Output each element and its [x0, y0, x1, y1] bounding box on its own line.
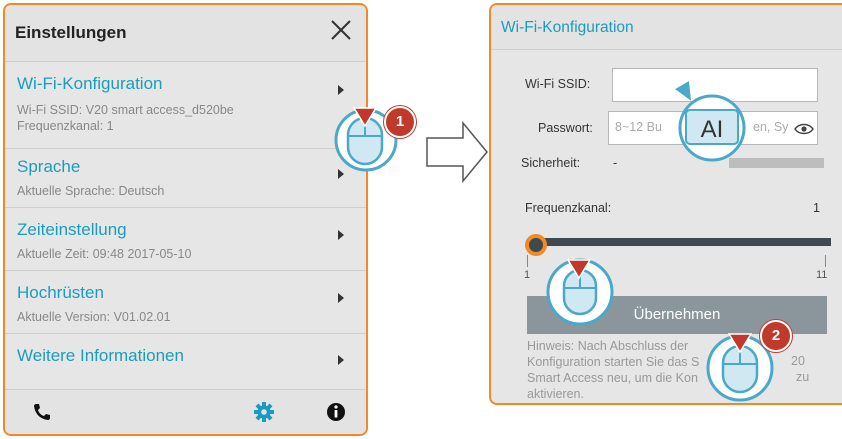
- menu-item-subtitle: Aktuelle Sprache: Deutsch: [17, 184, 165, 198]
- menu-item-title: Hochrüsten: [17, 283, 104, 302]
- chevron-right-icon: [338, 230, 344, 240]
- slider-tick: [825, 255, 826, 267]
- channel-slider-track[interactable]: [531, 238, 831, 246]
- arrow-right-icon: [426, 120, 488, 184]
- text-cursor-icon: AI: [675, 81, 746, 162]
- hint-fragment: zu: [796, 370, 810, 384]
- close-icon[interactable]: [328, 17, 354, 43]
- channel-value: 1: [813, 201, 820, 215]
- menu-item-subtitle: Frequenzkanal: 1: [17, 119, 114, 133]
- menu-item-wifi[interactable]: Wi-Fi-Konfiguration Wi-Fi SSID: V20 smar…: [5, 62, 366, 149]
- security-value: -: [613, 156, 618, 170]
- settings-header: Einstellungen: [5, 5, 366, 62]
- step-badge: 2: [760, 320, 792, 352]
- menu-item-subtitle: Aktuelle Version: V01.02.01: [17, 310, 171, 324]
- menu-item-title: Sprache: [17, 157, 81, 176]
- text-cursor-label: AI: [701, 116, 724, 143]
- settings-title: Einstellungen: [15, 23, 127, 42]
- menu-item-subtitle: Wi-Fi SSID: V20 smart access_d520be: [17, 103, 234, 117]
- slider-max-label: 11: [816, 269, 828, 281]
- mouse-drag-icon: [546, 258, 614, 326]
- menu-item-language[interactable]: Sprache Aktuelle Sprache: Deutsch: [5, 149, 366, 208]
- chevron-right-icon: [338, 85, 344, 95]
- password-placeholder: en, Sy: [753, 120, 789, 134]
- password-label: Passwort:: [538, 121, 593, 135]
- menu-item-more-info[interactable]: Weitere Informationen: [5, 334, 366, 388]
- step-badge: 1: [384, 106, 416, 138]
- wifi-config-title: Wi-Fi-Konfiguration: [501, 19, 634, 36]
- security-label: Sicherheit:: [521, 156, 581, 170]
- password-placeholder: 8~12 Bu: [615, 120, 662, 134]
- gear-icon[interactable]: [253, 401, 275, 423]
- chevron-right-icon: [338, 293, 344, 303]
- hint-fragment: 20: [791, 354, 805, 368]
- menu-item-title: Zeiteinstellung: [17, 220, 127, 239]
- menu-item-time[interactable]: Zeiteinstellung Aktuelle Zeit: 09:48 201…: [5, 208, 366, 271]
- settings-footer: [5, 389, 366, 434]
- ssid-label: Wi-Fi SSID:: [525, 77, 591, 91]
- menu-item-title: Weitere Informationen: [17, 346, 184, 365]
- eye-icon[interactable]: [794, 123, 814, 135]
- settings-panel: Einstellungen Wi-Fi-Konfiguration Wi-Fi …: [3, 3, 368, 436]
- phone-icon[interactable]: [32, 402, 52, 422]
- menu-item-subtitle: Aktuelle Zeit: 09:48 2017-05-10: [17, 247, 192, 261]
- channel-label: Frequenzkanal:: [525, 201, 612, 215]
- slider-min-label: 1: [524, 269, 531, 281]
- wifi-config-header: Wi-Fi-Konfiguration: [491, 5, 842, 50]
- mouse-click-icon: [334, 107, 398, 172]
- menu-item-title: Wi-Fi-Konfiguration: [17, 74, 163, 93]
- slider-tick: [527, 255, 528, 267]
- chevron-right-icon: [338, 355, 344, 365]
- menu-item-upgrade[interactable]: Hochrüsten Aktuelle Version: V01.02.01: [5, 271, 366, 334]
- info-icon[interactable]: [325, 401, 347, 423]
